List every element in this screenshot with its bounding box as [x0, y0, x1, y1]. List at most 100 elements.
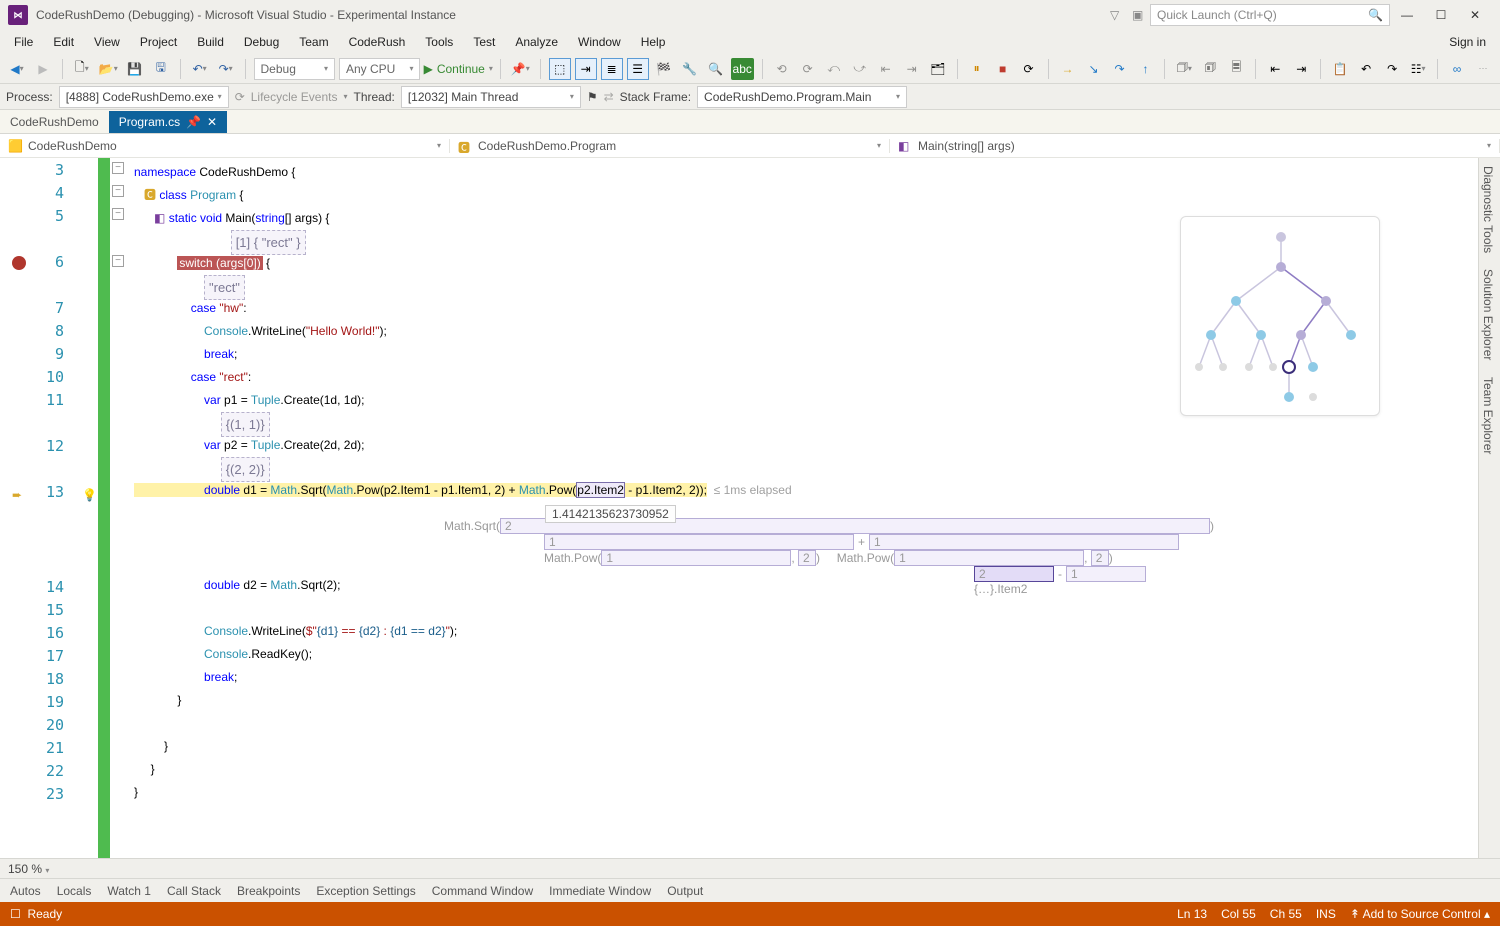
tab-coderushdemo[interactable]: CodeRushDemo	[0, 111, 109, 133]
restart-button[interactable]: ⟳	[1018, 58, 1040, 80]
tb-toggle-2[interactable]: ⇥	[575, 58, 597, 80]
stack-value: CodeRushDemo.Program.Main	[704, 90, 871, 104]
thread-value: [12032] Main Thread	[408, 90, 519, 104]
outline-toggle[interactable]: −	[112, 255, 124, 267]
step-over-button[interactable]: ↷	[1108, 58, 1130, 80]
tab-exception[interactable]: Exception Settings	[316, 884, 415, 898]
menu-window[interactable]: Window	[570, 32, 629, 52]
line-number: 15	[0, 601, 64, 619]
tb-dis-4: ⤻	[849, 58, 871, 80]
tb-toggle-1[interactable]: ⬚	[549, 58, 571, 80]
menu-project[interactable]: Project	[132, 32, 185, 52]
tab-immediate[interactable]: Immediate Window	[549, 884, 651, 898]
outline-toggle[interactable]: −	[112, 208, 124, 220]
tb-icon-11[interactable]: 📋	[1329, 58, 1351, 80]
close-button[interactable]: ✕	[1458, 4, 1492, 26]
thread-combo[interactable]: [12032] Main Thread▾	[401, 86, 581, 108]
redo-button[interactable]: ↷▾	[215, 58, 237, 80]
menu-tools[interactable]: Tools	[417, 32, 461, 52]
menu-edit[interactable]: Edit	[45, 32, 82, 52]
quick-launch-input[interactable]: Quick Launch (Ctrl+Q)🔍	[1150, 4, 1390, 26]
outline-toggle[interactable]: −	[112, 185, 124, 197]
tb-icon-4[interactable]: 🔍	[705, 58, 727, 80]
feedback-icon[interactable]: ▣	[1132, 8, 1146, 22]
menu-help[interactable]: Help	[633, 32, 674, 52]
menu-analyze[interactable]: Analyze	[507, 32, 566, 52]
title-bar: ⋈ CodeRushDemo (Debugging) - Microsoft V…	[0, 0, 1500, 30]
continue-button[interactable]: ▶ Continue ▾	[424, 58, 492, 80]
line-number: 12	[0, 437, 64, 455]
zoom-combo[interactable]: 150 % ▾	[8, 862, 49, 876]
class-icon: 🅲	[458, 139, 472, 153]
close-tab-icon[interactable]: ✕	[207, 115, 217, 129]
tb-icon-1[interactable]: 📌▾	[509, 58, 532, 80]
sign-in-link[interactable]: Sign in	[1441, 32, 1494, 52]
tab-autos[interactable]: Autos	[10, 884, 41, 898]
tab-output[interactable]: Output	[667, 884, 703, 898]
pin-icon[interactable]: 📌	[186, 115, 201, 129]
code-editor[interactable]: − − − − ➨ 💡 3 4 5 6 7 8 9 10 11 12 13 14…	[0, 158, 1500, 858]
menu-view[interactable]: View	[86, 32, 128, 52]
tb-icon-6[interactable]: 🗇▾	[1173, 58, 1195, 80]
break-all-button[interactable]: ⏸	[966, 58, 988, 80]
nav-class-label: CodeRushDemo.Program	[478, 139, 616, 153]
stop-debug-button[interactable]: ■	[992, 58, 1014, 80]
tb-overflow[interactable]: ⋯	[1472, 58, 1494, 80]
config-value: Debug	[261, 62, 296, 76]
tb-icon-abc[interactable]: abc	[731, 58, 754, 80]
nav-fwd-button[interactable]: ▶	[32, 58, 54, 80]
save-button[interactable]: 💾	[124, 58, 146, 80]
nav-class[interactable]: 🅲CodeRushDemo.Program▾	[450, 139, 890, 153]
step-into-button[interactable]: ↘	[1082, 58, 1104, 80]
source-control[interactable]: ↟ Add to Source Control ▴	[1350, 907, 1490, 921]
tb-icon-7[interactable]: 🗊	[1199, 58, 1221, 80]
nav-back-button[interactable]: ◀▾	[6, 58, 28, 80]
minimize-button[interactable]: —	[1390, 4, 1424, 26]
tab-breakpoints[interactable]: Breakpoints	[237, 884, 300, 898]
tab-command[interactable]: Command Window	[432, 884, 533, 898]
side-diagnostic[interactable]: Diagnostic Tools	[1479, 158, 1497, 261]
tab-locals[interactable]: Locals	[57, 884, 92, 898]
tb-icon-15[interactable]: ∞	[1446, 58, 1468, 80]
undo-button[interactable]: ↶▾	[189, 58, 211, 80]
menu-coderush[interactable]: CodeRush	[341, 32, 414, 52]
nav-method[interactable]: ◧Main(string[] args)▾	[890, 139, 1500, 153]
menu-team[interactable]: Team	[291, 32, 336, 52]
show-next-stmt-button[interactable]: →	[1056, 58, 1078, 80]
notification-icon[interactable]: ▽	[1110, 8, 1124, 22]
tb-toggle-3[interactable]: ≣	[601, 58, 623, 80]
new-project-button[interactable]: 🗋▾	[71, 58, 93, 80]
tb-icon-13[interactable]: ↷	[1381, 58, 1403, 80]
side-solution[interactable]: Solution Explorer	[1479, 261, 1497, 368]
platform-combo[interactable]: Any CPU▾	[339, 58, 420, 80]
menu-test[interactable]: Test	[465, 32, 503, 52]
menu-build[interactable]: Build	[189, 32, 232, 52]
tb-icon-8[interactable]: 🗏	[1225, 58, 1247, 80]
tb-toggle-4[interactable]: ☰	[627, 58, 649, 80]
stack-combo[interactable]: CodeRushDemo.Program.Main▾	[697, 86, 907, 108]
tb-icon-5[interactable]: 🗂	[927, 58, 949, 80]
side-team[interactable]: Team Explorer	[1479, 369, 1497, 462]
menu-debug[interactable]: Debug	[236, 32, 287, 52]
tb-icon-9[interactable]: ⇤	[1264, 58, 1286, 80]
flag-icon[interactable]: ⚑	[587, 90, 598, 104]
process-combo[interactable]: [4888] CodeRushDemo.exe▾	[59, 86, 229, 108]
tab-watch[interactable]: Watch 1	[107, 884, 151, 898]
step-out-button[interactable]: ↑	[1134, 58, 1156, 80]
tab-programcs[interactable]: Program.cs📌✕	[109, 111, 227, 133]
nav-project[interactable]: 🟨CodeRushDemo▾	[0, 139, 450, 153]
open-file-button[interactable]: 📂▾	[97, 58, 120, 80]
tb-icon-12[interactable]: ↶	[1355, 58, 1377, 80]
perf-hint: ≤ 1ms elapsed	[714, 483, 792, 497]
maximize-button[interactable]: ☐	[1424, 4, 1458, 26]
config-combo[interactable]: Debug▾	[254, 58, 335, 80]
tb-icon-3[interactable]: 🔧	[679, 58, 701, 80]
tb-icon-14[interactable]: ☷▾	[1407, 58, 1429, 80]
tb-icon-2[interactable]: 🏁	[653, 58, 675, 80]
menu-file[interactable]: File	[6, 32, 41, 52]
lightbulb-icon[interactable]: 💡	[82, 488, 97, 502]
tb-icon-10[interactable]: ⇥	[1290, 58, 1312, 80]
tab-callstack[interactable]: Call Stack	[167, 884, 221, 898]
outline-toggle[interactable]: −	[112, 162, 124, 174]
save-all-button[interactable]: 🖫	[150, 58, 172, 80]
